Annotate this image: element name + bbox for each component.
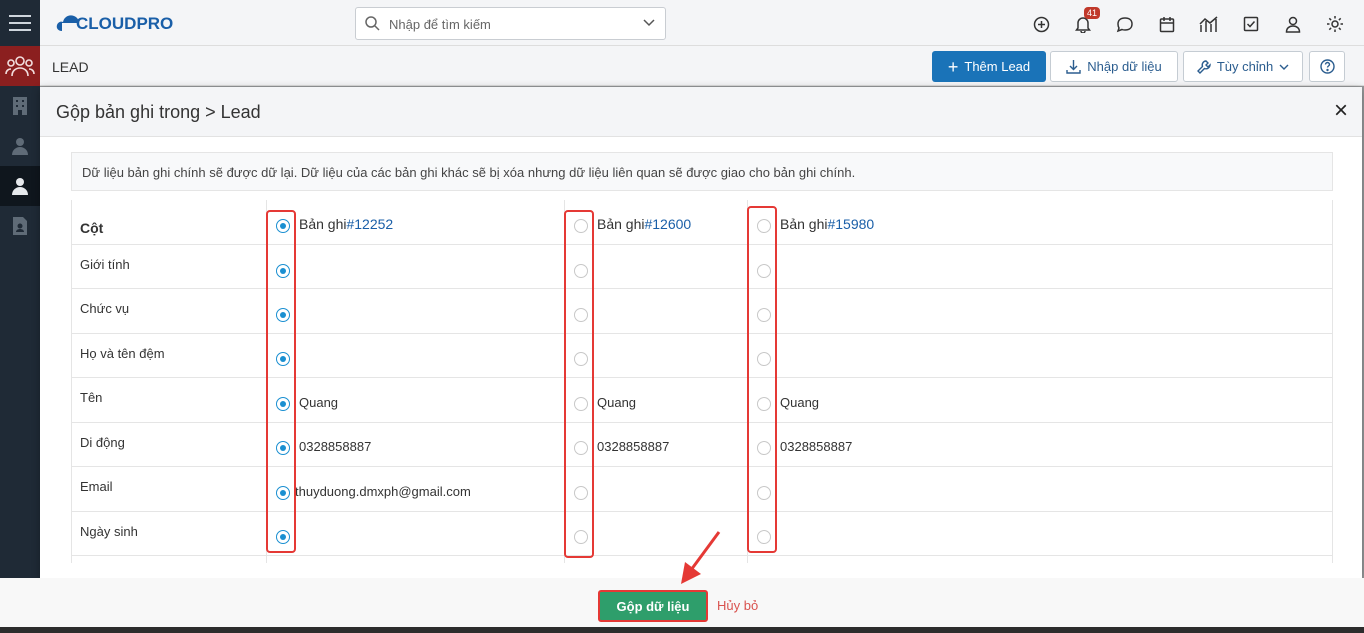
customize-button[interactable]: Tùy chỉnh [1183, 51, 1303, 82]
table-header-row: Cột Bản ghi#12252 Bản ghi#12600 Bản ghi#… [72, 200, 1332, 245]
record-2-header: Bản ghi#12600 [597, 216, 692, 232]
users-icon [5, 56, 35, 77]
close-icon[interactable]: × [1334, 99, 1348, 123]
chevron-down-icon [1279, 64, 1289, 70]
merge-button[interactable]: Gộp dữ liệu [598, 590, 708, 622]
sidebar-item-documents[interactable] [0, 206, 40, 246]
column-header: Cột [80, 220, 104, 236]
add-icon[interactable] [1020, 12, 1062, 36]
table-row: Di động 0328858887 0328858887 0328858887 [72, 423, 1332, 467]
annotation-arrow-icon [681, 531, 721, 584]
chat-icon[interactable] [1104, 12, 1146, 36]
plus-icon: + [947, 56, 959, 77]
gear-icon[interactable] [1314, 12, 1356, 36]
highlight-record-1-column [266, 210, 296, 553]
wrench-icon [1196, 59, 1211, 74]
search-placeholder: Nhập để tìm kiếm [389, 17, 491, 32]
dialog-header: Gộp bản ghi trong > Lead × [40, 87, 1362, 137]
cancel-link[interactable]: Hủy bỏ [717, 598, 758, 613]
bell-icon[interactable]: 41 [1062, 7, 1104, 36]
header-toolbar: 41 [1020, 7, 1356, 36]
customize-label: Tùy chỉnh [1216, 59, 1274, 74]
left-sidebar [0, 0, 40, 633]
cloudpro-logo[interactable]: CLOUDPRO [56, 9, 176, 37]
user-profile-icon[interactable] [1272, 12, 1314, 36]
highlight-record-2-column [564, 210, 594, 558]
top-header: CLOUDPRO Nhập để tìm kiếm 41 [40, 0, 1364, 46]
download-icon [1066, 60, 1081, 74]
chevron-down-icon[interactable] [643, 18, 655, 28]
module-title: LEAD [52, 59, 89, 75]
merge-notice: Dữ liệu bản ghi chính sẽ được dữ lại. Dữ… [71, 152, 1333, 191]
merge-table: Cột Bản ghi#12252 Bản ghi#12600 Bản ghi#… [71, 200, 1333, 563]
add-lead-button[interactable]: + Thêm Lead [932, 51, 1046, 82]
task-checkbox-icon[interactable] [1230, 12, 1272, 36]
calendar-icon[interactable] [1146, 12, 1188, 36]
search-box[interactable]: Nhập để tìm kiếm [355, 7, 666, 40]
sidebar-item-leads-group[interactable] [0, 46, 40, 86]
building-icon [13, 97, 27, 115]
menu-icon[interactable] [0, 0, 40, 46]
merge-records-dialog: Gộp bản ghi trong > Lead × Dữ liệu bản g… [40, 87, 1362, 578]
sidebar-item-lead[interactable] [0, 166, 40, 206]
help-button[interactable] [1309, 51, 1345, 82]
report-chart-icon[interactable] [1188, 12, 1230, 36]
table-row: Email thuyduong.dmxph@gmail.com [72, 467, 1332, 512]
search-icon [365, 16, 380, 31]
table-row: Giới tính [72, 245, 1332, 289]
person-icon [12, 178, 28, 195]
dialog-title: Gộp bản ghi trong > Lead [56, 102, 261, 122]
table-row: Chức vụ [72, 289, 1332, 334]
help-icon [1319, 59, 1335, 74]
taskbar-strip [0, 627, 1364, 633]
table-row: Họ và tên đệm [72, 334, 1332, 378]
sidebar-item-organizations[interactable] [0, 86, 40, 126]
record-1-header: Bản ghi#12252 [299, 216, 394, 232]
document-icon [13, 217, 27, 235]
module-header: LEAD + Thêm Lead Nhập dữ liệu Tùy chỉnh [40, 46, 1364, 86]
svg-text:CLOUDPRO: CLOUDPRO [76, 14, 173, 33]
record-3-header: Bản ghi#15980 [780, 216, 875, 232]
add-lead-label: Thêm Lead [964, 59, 1031, 74]
highlight-record-3-column [747, 206, 777, 553]
import-button[interactable]: Nhập dữ liệu [1050, 51, 1178, 82]
import-label: Nhập dữ liệu [1087, 59, 1162, 74]
table-row: Tên Quang Quang Quang [72, 378, 1332, 423]
notification-badge: 41 [1084, 7, 1101, 19]
contact-icon [12, 138, 28, 155]
sidebar-item-contacts[interactable] [0, 126, 40, 166]
